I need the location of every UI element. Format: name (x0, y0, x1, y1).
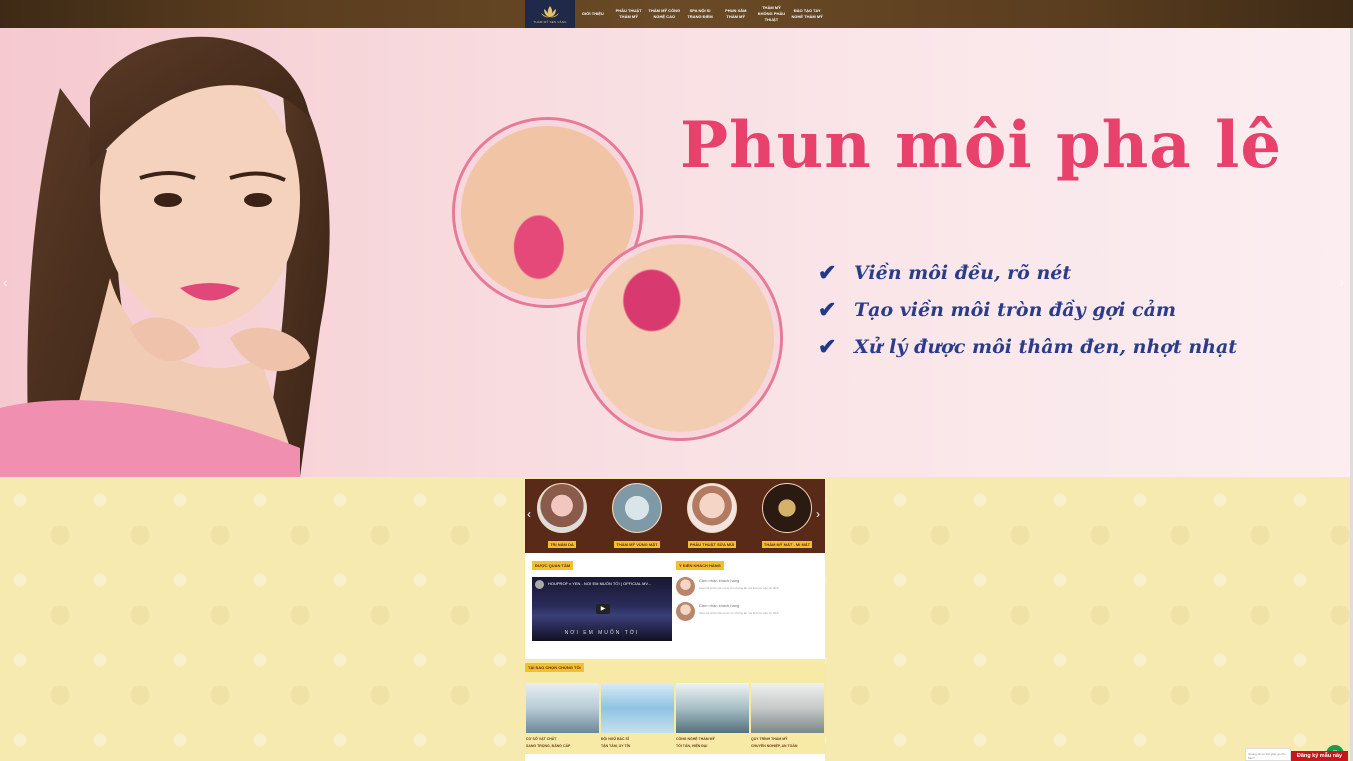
carousel-prev-icon[interactable]: ‹ (527, 507, 531, 521)
benefit-item: ✔ Xử lý được môi thâm đen, nhợt nhạt (818, 328, 1237, 365)
reviews-badge: Ý KIẾN KHÁCH HÀNG (676, 561, 724, 570)
why-caption: QUY TRÌNH THẨM MỸ CHUYÊN NGHIỆP, AN TOÀN (751, 737, 798, 748)
nav-item-nonsurgical[interactable]: THẨM MỸ KHÔNG PHẪU THUẬT (754, 0, 790, 28)
nav-item-training[interactable]: ĐÀO TẠO TAY NGHỀ THẨM MỸ (789, 0, 825, 28)
benefit-list: ✔ Viền môi đều, rõ nét ✔ Tạo viền môi tr… (818, 254, 1237, 365)
hero-title: Phun môi pha lê (680, 108, 1283, 183)
reviewer-name: Cảm nhận khách hàng (699, 603, 740, 608)
service-item-face[interactable]: THẨM MỸ VÙNG MẶT (607, 483, 667, 551)
top-navbar: THẨM MỸ SEN VÀNG GIỚI THIỆU PHẪU THUẬT T… (0, 0, 1353, 28)
video-title[interactable]: HOUPROF x YEN - NƠI EM MUỐN TỚI | OFFICI… (548, 581, 651, 586)
reviewer-name: Cảm nhận khách hàng (699, 578, 740, 583)
service-label: THẨM MỸ VÙNG MẶT (614, 541, 660, 548)
service-label: PHẪU THUẬT SỬA MŨI (687, 541, 737, 548)
why-us-section: TẠI SAO CHỌN CHÚNG TÔI CƠ SỞ VẬT CHẤT SAN… (525, 659, 825, 754)
benefit-text: Viền môi đều, rõ nét (854, 261, 1072, 284)
service-label: TRỊ NÁM DA (548, 541, 576, 548)
service-item-melasma[interactable]: TRỊ NÁM DA (532, 483, 592, 551)
review-text: Câu nói ai là một sự tự tin nhưng ăn nói… (699, 586, 779, 590)
service-label: THẨM MỸ MẮT - MI MẮT (761, 541, 813, 548)
main-nav: THẨM MỸ SEN VÀNG GIỚI THIỆU PHẪU THUẬT T… (525, 0, 825, 28)
technology-image (676, 683, 749, 733)
benefit-item: ✔ Viền môi đều, rõ nét (818, 254, 1237, 291)
featured-section: ĐƯỢC QUAN TÂM HOUPROF x YEN - NƠI EM MUỐ… (525, 553, 825, 659)
review-item[interactable]: Cảm nhận khách hàng Câu nói ai là một sự… (676, 602, 821, 624)
carousel-next-icon[interactable]: › (816, 507, 820, 521)
nav-item-tattoo[interactable]: PHUN XĂM THẨM MỸ (718, 0, 754, 28)
check-icon: ✔ (818, 259, 837, 286)
services-carousel: ‹ TRỊ NÁM DA THẨM MỸ VÙNG MẶT PHẪU THUẬT… (525, 479, 825, 553)
doctors-image (601, 683, 674, 733)
why-caption: CÔNG NGHỆ THẨM MỸ TỐI TÂN, HIỆN ĐẠI (676, 737, 715, 748)
chat-prompt[interactable]: Chúng tôi có thể giúp gì cho bạn? (1245, 748, 1291, 761)
review-text: Câu nói ai là một sự tự tin nhưng ăn nói… (699, 611, 779, 615)
featured-badge: ĐƯỢC QUAN TÂM (532, 561, 574, 570)
hero-banner[interactable]: Phun môi pha lê ✔ Viền môi đều, rõ nét ✔… (0, 28, 1350, 477)
nav-item-hightech[interactable]: THẨM MỸ CÔNG NGHỆ CAO (646, 0, 682, 28)
service-thumb (537, 483, 587, 533)
why-caption: CƠ SỞ VẬT CHẤT SANG TRỌNG, ĐẲNG CẤP (526, 737, 571, 748)
review-item[interactable]: Cảm nhận khách hàng Câu nói ai là một sự… (676, 577, 821, 599)
service-item-nose[interactable]: PHẪU THUẬT SỬA MŨI (682, 483, 742, 551)
video-overlay-text: NƠI EM MUỐN TỚI (564, 630, 640, 636)
check-icon: ✔ (818, 296, 837, 323)
why-card[interactable]: ĐỘI NGŨ BÁC SĨ TẬN TÂM, UY TÍN (601, 683, 674, 750)
nav-item-about[interactable]: GIỚI THIỆU (575, 0, 611, 28)
nav-item-spa[interactable]: SPA NỘI SI TRANG ĐIỂM (682, 0, 718, 28)
model-photo (0, 36, 330, 477)
register-button[interactable]: Đăng ký mẫu này (1291, 751, 1348, 761)
slider-prev-icon[interactable]: ‹ (3, 274, 8, 290)
lip-closeup-2 (580, 238, 780, 438)
service-item-eye[interactable]: THẨM MỸ MẮT - MI MẮT (757, 483, 817, 551)
service-thumb (687, 483, 737, 533)
benefit-text: Tạo viền môi tròn đầy gợi cảm (854, 298, 1177, 321)
why-card[interactable]: CƠ SỞ VẬT CHẤT SANG TRỌNG, ĐẲNG CẤP (526, 683, 599, 750)
benefit-text: Xử lý được môi thâm đen, nhợt nhạt (854, 335, 1238, 358)
logo-text: THẨM MỸ SEN VÀNG (533, 19, 567, 24)
nav-item-surgery[interactable]: PHẪU THUẬT THẨM MỸ (611, 0, 647, 28)
play-icon[interactable]: ▶ (596, 604, 610, 614)
process-image (751, 683, 824, 733)
service-thumb (612, 483, 662, 533)
why-badge: TẠI SAO CHỌN CHÚNG TÔI (525, 663, 584, 672)
lotus-logo-icon (541, 5, 559, 17)
service-thumb (762, 483, 812, 533)
facility-image (526, 683, 599, 733)
check-icon: ✔ (818, 333, 837, 360)
reviewer-avatar (676, 577, 695, 596)
slider-next-icon[interactable]: › (1339, 274, 1344, 290)
reviewer-avatar (676, 602, 695, 621)
logo[interactable]: THẨM MỸ SEN VÀNG (525, 0, 575, 28)
channel-avatar (535, 580, 544, 589)
why-card[interactable]: QUY TRÌNH THẨM MỸ CHUYÊN NGHIỆP, AN TOÀN (751, 683, 824, 750)
why-caption: ĐỘI NGŨ BÁC SĨ TẬN TÂM, UY TÍN (601, 737, 631, 748)
footer-strip (525, 754, 825, 761)
benefit-item: ✔ Tạo viền môi tròn đầy gợi cảm (818, 291, 1237, 328)
why-card[interactable]: CÔNG NGHỆ THẨM MỸ TỐI TÂN, HIỆN ĐẠI (676, 683, 749, 750)
video-player[interactable]: HOUPROF x YEN - NƠI EM MUỐN TỚI | OFFICI… (532, 577, 672, 641)
